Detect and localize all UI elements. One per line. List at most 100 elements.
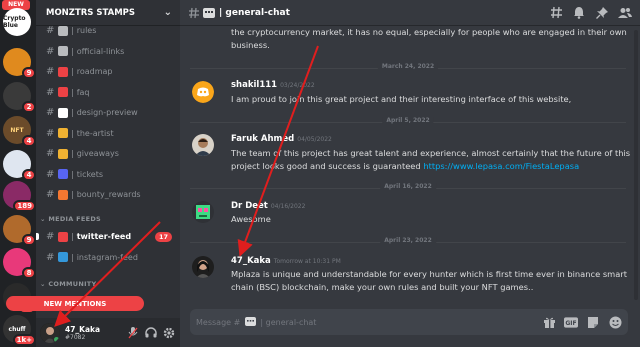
- hash-icon: [189, 7, 199, 18]
- threads-button[interactable]: [549, 6, 563, 20]
- channel-twitter-feed[interactable]: # | twitter-feed 17: [36, 227, 176, 246]
- channel-roadmap[interactable]: # | roadmap: [40, 62, 176, 81]
- username: 47_Kaka: [65, 324, 101, 334]
- hash-icon: #: [46, 231, 55, 242]
- message-composer[interactable]: Message # | general-chat GIF: [190, 309, 628, 335]
- server-avatar: Crypto Blue: [3, 8, 31, 36]
- channel-label: design-preview: [76, 108, 138, 117]
- message-link[interactable]: https://www.lepasa.com/FiestaLepasa: [423, 161, 579, 171]
- gear-icon: [163, 327, 175, 338]
- channel-label: instagram-feed: [76, 252, 138, 262]
- message-author[interactable]: Dr Deet 04/16/2022: [231, 201, 305, 211]
- svg-text:GIF: GIF: [565, 319, 576, 326]
- channel-bounty_rewards[interactable]: # | bounty_rewards: [40, 185, 176, 204]
- category-media-feeds[interactable]: ⌄ MEDIA FEEDS: [40, 215, 101, 223]
- channel-separator: |: [71, 108, 74, 117]
- category-community[interactable]: ⌄ COMMUNITY: [40, 280, 97, 288]
- channel-separator: |: [71, 169, 74, 179]
- server-icon[interactable]: NFT 4: [3, 116, 36, 147]
- channel-emoji-icon: [58, 66, 68, 77]
- message-timestamp: 04/16/2022: [270, 203, 306, 210]
- chat-header: | general-chat: [180, 0, 640, 26]
- channel-giveaways[interactable]: # | giveaways: [40, 144, 176, 163]
- hash-icon: #: [46, 251, 55, 263]
- channel-rules[interactable]: # | rules: [40, 21, 176, 40]
- chevron-down-icon: ⌄: [163, 7, 172, 18]
- emoji-smile-icon: [609, 316, 621, 328]
- author-name: 47_Kaka: [231, 256, 271, 266]
- server-icon[interactable]: 4: [3, 150, 36, 181]
- server-icon[interactable]: 9: [3, 215, 36, 246]
- channel-emoji-icon: [58, 46, 68, 56]
- date-divider: April 23, 2022: [190, 237, 626, 244]
- channel-faq[interactable]: # | faq: [40, 83, 176, 102]
- chat-scrollbar[interactable]: [634, 30, 638, 300]
- gift-button[interactable]: [542, 315, 556, 329]
- message-text: Mplaza is unique and understandable for …: [231, 269, 627, 292]
- mention-badge: 8: [22, 267, 36, 279]
- server-icon[interactable]: 9: [3, 48, 36, 79]
- gif-button[interactable]: GIF: [564, 315, 578, 329]
- microphone-muted-icon: [128, 326, 138, 338]
- avatar[interactable]: [192, 201, 214, 223]
- avatar[interactable]: [192, 256, 214, 278]
- channel-the-artist[interactable]: # | the-artist: [40, 124, 176, 143]
- user-photo-avatar: [192, 256, 214, 278]
- sticker-button[interactable]: [586, 315, 600, 329]
- hash-icon: #: [46, 189, 55, 200]
- user-photo-avatar: [192, 134, 214, 156]
- channel-emoji-icon: [58, 252, 68, 262]
- member-list-button[interactable]: [618, 6, 632, 20]
- message-text: Awesome: [231, 214, 271, 224]
- channel-instagram-feed[interactable]: # | instagram-feed: [40, 248, 176, 267]
- gift-icon: [543, 317, 555, 328]
- channel-emoji-icon: [58, 169, 68, 179]
- server-icon[interactable]: 189: [3, 181, 36, 212]
- server-icon[interactable]: chuff 1k+: [3, 315, 36, 346]
- gif-icon: GIF: [564, 316, 578, 328]
- server-icon[interactable]: 8: [3, 248, 36, 279]
- server-rail: NEW Crypto Blue92NFT441899844chuff1k+: [0, 0, 36, 347]
- channel-separator: |: [71, 26, 74, 35]
- deafen-button[interactable]: [144, 326, 158, 340]
- user-settings-button[interactable]: [162, 326, 176, 340]
- channel-separator: |: [71, 87, 74, 97]
- server-icon[interactable]: 2: [3, 82, 36, 113]
- server-icon[interactable]: Crypto Blue: [3, 8, 31, 36]
- channel-separator: |: [71, 252, 74, 262]
- hash-icon: #: [46, 25, 55, 36]
- mention-badge: 2: [22, 101, 36, 113]
- channel-separator: |: [71, 232, 74, 241]
- pinned-messages-button[interactable]: [595, 6, 609, 20]
- channel-sidebar: MONZTRS STAMPS ⌄ # | rules # | official-links…: [36, 0, 180, 347]
- channel-tickets[interactable]: # | tickets: [40, 165, 176, 184]
- mute-mic-button[interactable]: [126, 326, 140, 340]
- message-timestamp: 03/24/2022: [280, 82, 315, 89]
- message-text: I am proud to join this great project an…: [231, 94, 572, 104]
- hash-icon: #: [46, 148, 55, 159]
- chat-emoji-icon: [203, 7, 215, 18]
- unread-count-badge: 17: [154, 231, 172, 242]
- avatar[interactable]: [192, 134, 214, 156]
- channel-label: giveaways: [76, 149, 119, 158]
- message-author[interactable]: shakil111 03/24/2022: [231, 80, 315, 90]
- avatar[interactable]: [40, 322, 60, 343]
- category-label: MEDIA FEEDS: [48, 215, 102, 223]
- user-names: 47_Kaka #7082: [65, 325, 126, 341]
- new-mentions-label: NEW MENTIONS: [43, 299, 107, 308]
- divider-date: March 24, 2022: [377, 63, 439, 70]
- channel-emoji-icon: [58, 231, 68, 242]
- message-input[interactable]: Message # | general-chat: [196, 317, 534, 327]
- channel-emoji-icon: [58, 25, 68, 36]
- discord-default-avatar: [192, 81, 214, 103]
- pin-icon: [596, 6, 608, 19]
- avatar[interactable]: [192, 81, 214, 103]
- message-author[interactable]: 47_Kaka Tomorrow at 10:31 PM: [231, 256, 341, 266]
- channel-design-preview[interactable]: # | design-preview: [40, 103, 176, 122]
- new-mentions-button[interactable]: NEW MENTIONS: [6, 296, 144, 311]
- channel-label: tickets: [76, 169, 104, 179]
- channel-official-links[interactable]: # | official-links: [40, 42, 176, 61]
- emoji-button[interactable]: [608, 315, 622, 329]
- message-author[interactable]: Faruk Ahmed 04/05/2022: [231, 134, 332, 144]
- notifications-button[interactable]: [572, 6, 586, 20]
